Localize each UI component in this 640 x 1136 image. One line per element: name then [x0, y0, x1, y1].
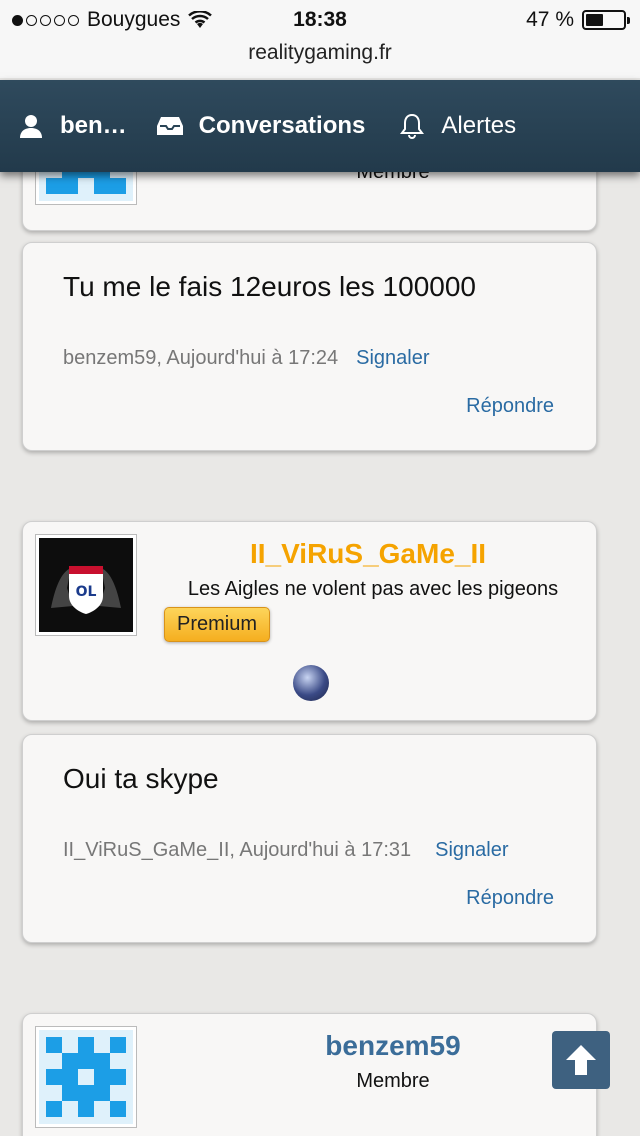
message-meta: benzem59, Aujourd'hui à 17:24 Signaler: [63, 347, 430, 370]
nav-alerts[interactable]: Alertes: [399, 80, 516, 172]
bell-icon: [399, 113, 425, 139]
reply-link[interactable]: Répondre: [466, 395, 554, 418]
user-icon: [18, 113, 44, 139]
avatar[interactable]: OL: [35, 534, 137, 636]
battery-icon: [582, 10, 630, 30]
nav-alerts-label: Alertes: [441, 112, 517, 139]
scroll-top-button[interactable]: [552, 1031, 610, 1089]
inbox-icon: [156, 113, 183, 139]
message-card: Oui ta skype II_ViRuS_GaMe_II, Aujourd'h…: [22, 734, 597, 943]
user-title: Membre: [356, 1070, 430, 1092]
message-text: Oui ta skype: [63, 763, 219, 794]
report-link[interactable]: Signaler: [356, 347, 429, 369]
user-card-virus: OL II_ViRuS_GaMe_II Les Aigles ne volent…: [22, 521, 597, 721]
premium-badge: Premium: [164, 607, 271, 642]
avatar[interactable]: [35, 1026, 137, 1128]
message-meta: II_ViRuS_GaMe_II, Aujourd'hui à 17:31 Sig…: [63, 839, 509, 862]
message-card: Tu me le fais 12euros les 100000 benzem5…: [22, 242, 597, 451]
nav-account-label: ben…: [60, 112, 127, 139]
status-bar: Bouygues 18:38 47 %: [0, 0, 640, 40]
nav-account[interactable]: ben…: [18, 80, 127, 172]
trophy-icon: [293, 665, 329, 701]
identicon-icon: [46, 1037, 126, 1117]
author-time[interactable]: II_ViRuS_GaMe_II, Aujourd'hui à 17:31: [63, 839, 411, 861]
username[interactable]: II_ViRuS_GaMe_II: [173, 538, 563, 570]
user-title: Les Aigles ne volent pas avec les pigeon…: [187, 578, 559, 600]
battery-percent: 47 %: [526, 8, 574, 31]
user-card-benzem59: benzem59 Membre: [22, 1013, 597, 1136]
username[interactable]: benzem59: [203, 1030, 583, 1062]
author-time[interactable]: benzem59, Aujourd'hui à 17:24: [63, 347, 338, 369]
url-bar[interactable]: realitygaming.fr: [0, 40, 640, 78]
report-link[interactable]: Signaler: [435, 839, 508, 861]
svg-text:OL: OL: [76, 584, 97, 600]
nav-conversations-label: Conversations: [198, 112, 366, 139]
reply-link[interactable]: Répondre: [466, 887, 554, 910]
club-crest-icon: OL: [39, 538, 133, 632]
nav-conversations[interactable]: Conversations: [156, 80, 366, 172]
arrow-up-icon: [566, 1045, 596, 1075]
top-nav: ben… Conversations Alertes: [0, 80, 640, 172]
message-text: Tu me le fais 12euros les 100000: [63, 271, 476, 302]
